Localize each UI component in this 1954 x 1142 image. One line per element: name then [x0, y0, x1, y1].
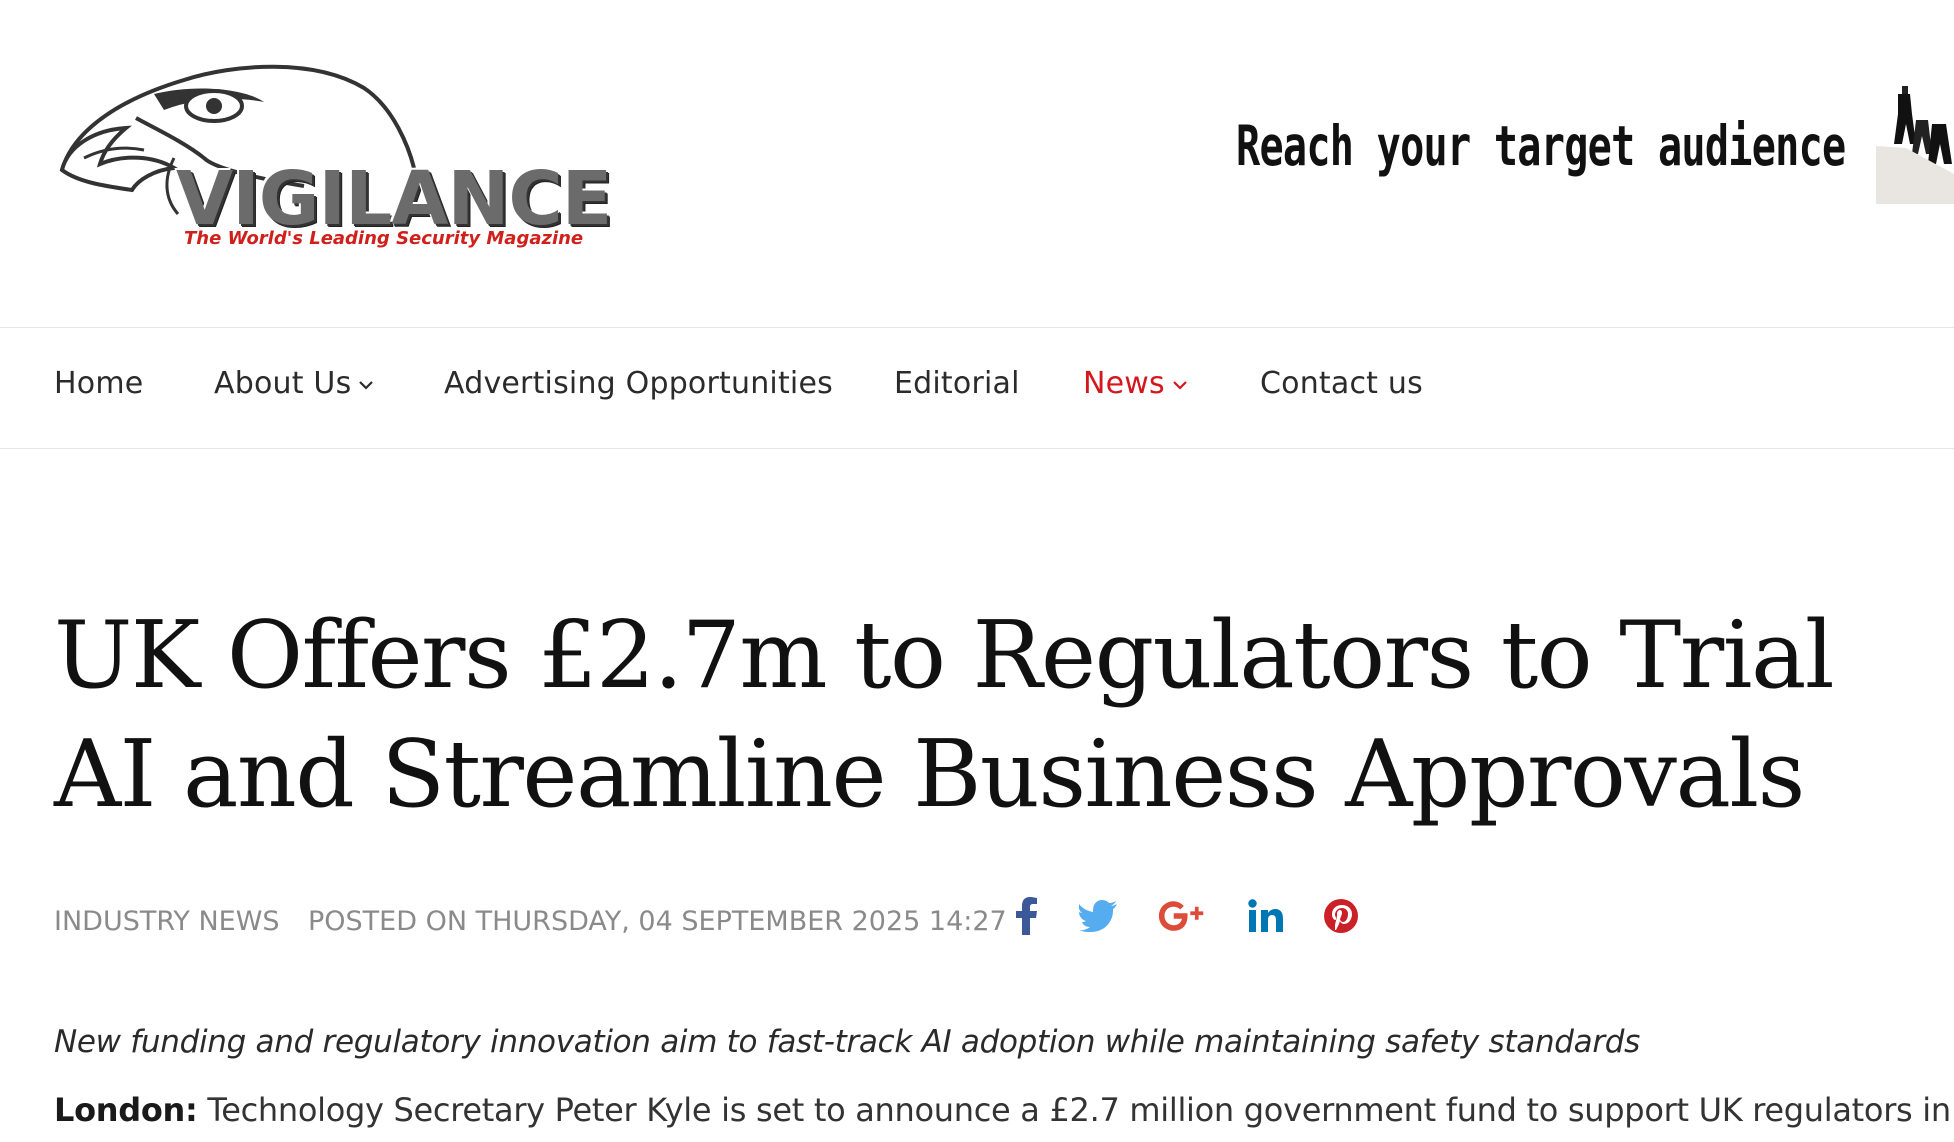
nav-home[interactable]: Home [54, 369, 143, 399]
nav-about-us[interactable]: About Us [214, 369, 375, 399]
article-title: UK Offers £2.7m to Regulators to Trial A… [54, 601, 1835, 828]
article-dateline: London: [54, 1091, 198, 1129]
article-category[interactable]: INDUSTRY NEWS [54, 908, 280, 935]
share-pinterest[interactable] [1317, 892, 1365, 940]
article-lead-text: Technology Secretary Peter Kyle is set t… [197, 1091, 1951, 1129]
pinterest-icon [1324, 899, 1358, 933]
chevron-down-icon [1173, 380, 1187, 390]
nav-editorial[interactable]: Editorial [894, 369, 1020, 399]
article-subtitle: New funding and regulatory innovation ai… [54, 1024, 1641, 1060]
facebook-icon [1016, 897, 1037, 935]
site-header: VIGILANCE The World's Leading Security M… [0, 0, 1954, 327]
share-google-plus[interactable] [1158, 892, 1206, 940]
nav-news[interactable]: News [1083, 369, 1189, 399]
google-plus-icon [1158, 901, 1204, 931]
article-posted-date: POSTED ON THURSDAY, 04 SEPTEMBER 2025 14… [308, 906, 1007, 937]
logo-wordmark: VIGILANCE [176, 156, 612, 242]
article-lead-paragraph: London: Technology Secretary Peter Kyle … [54, 1094, 1954, 1126]
nav-about-us-label: About Us [214, 366, 352, 401]
share-twitter[interactable] [1074, 892, 1122, 940]
share-linkedin[interactable] [1242, 892, 1290, 940]
nav-contact-us[interactable]: Contact us [1260, 369, 1423, 399]
ad-banner[interactable]: Reach your target audience [1236, 84, 1954, 244]
main-nav: Home About Us Advertising Opportunities … [0, 327, 1954, 449]
share-facebook[interactable] [1003, 892, 1051, 940]
twitter-icon [1079, 900, 1117, 932]
logo-tagline: The World's Leading Security Magazine [184, 228, 584, 249]
nav-advertising[interactable]: Advertising Opportunities [444, 369, 833, 399]
silhouette-figures-icon [1876, 86, 1954, 204]
chevron-down-icon [359, 380, 374, 390]
linkedin-icon [1248, 899, 1283, 932]
banner-text: Reach your target audience [1236, 114, 1846, 178]
site-logo[interactable]: VIGILANCE The World's Leading Security M… [54, 58, 612, 263]
nav-news-label: News [1083, 366, 1165, 401]
